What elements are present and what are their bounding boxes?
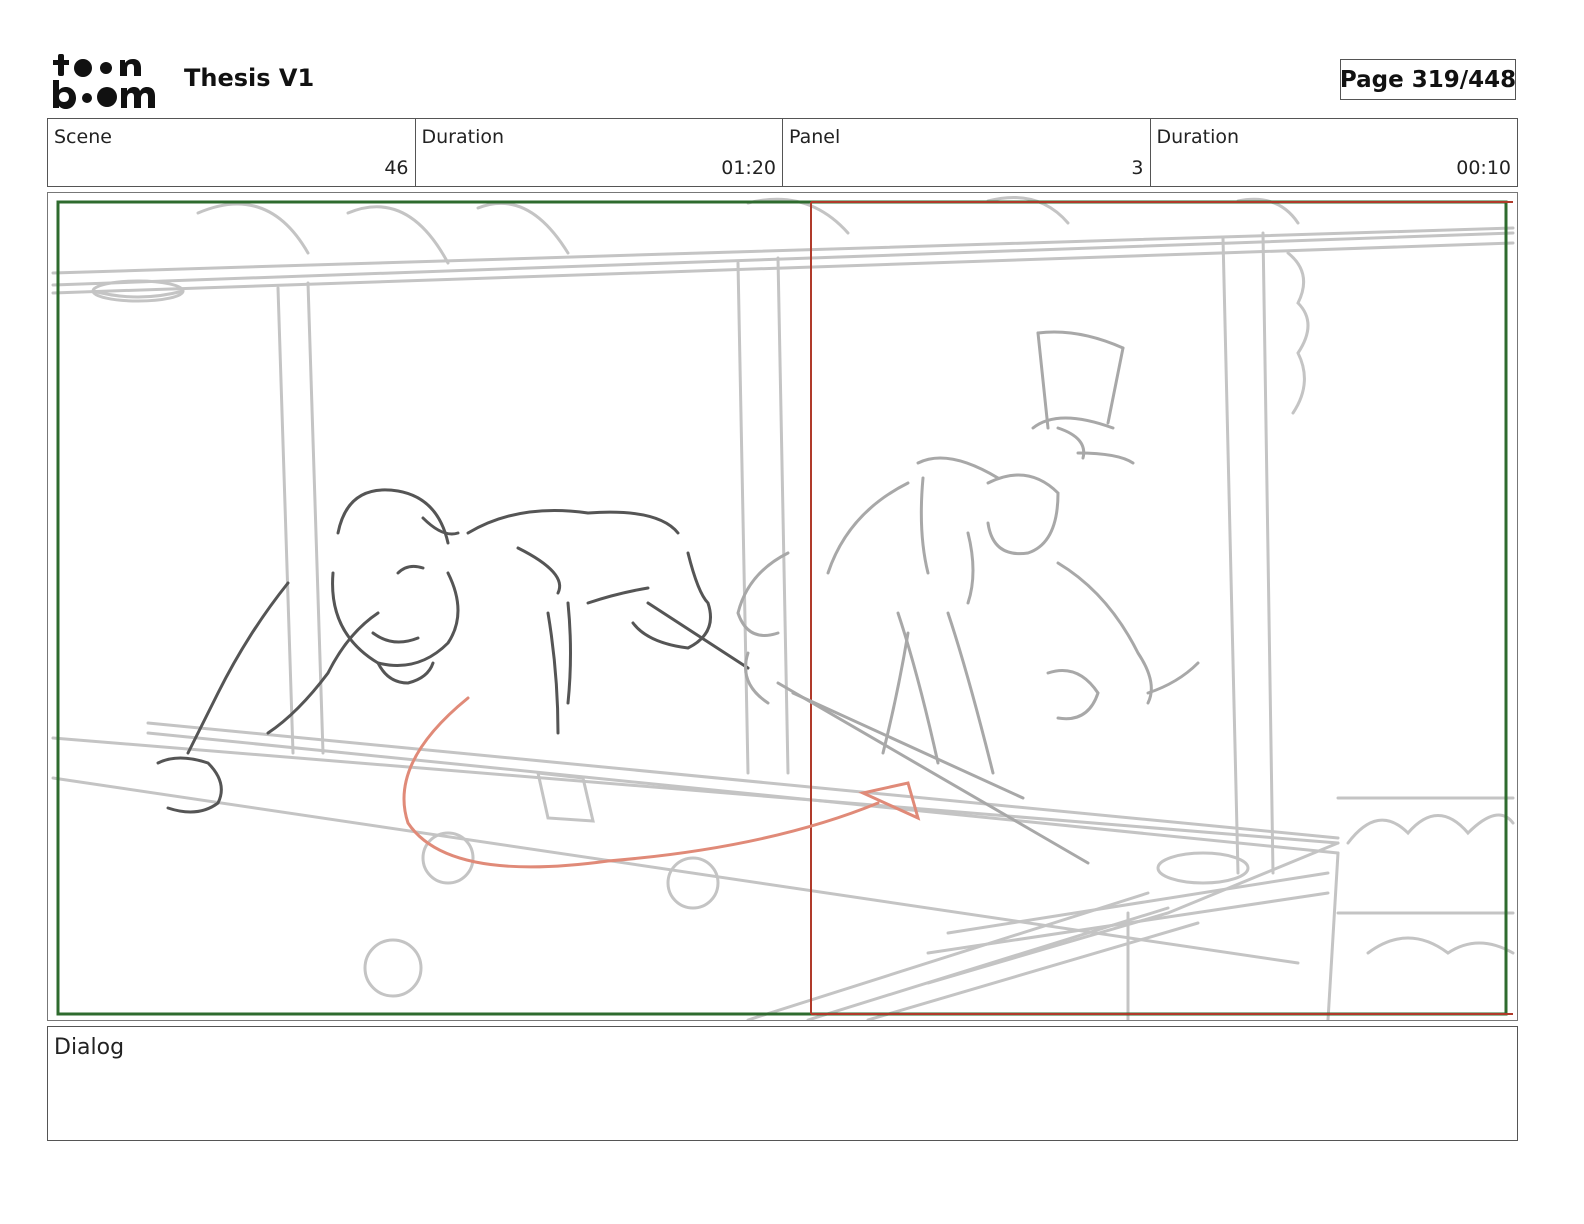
panel-info-row: Scene 46 Duration 01:20 Panel 3 Duration… <box>47 118 1518 187</box>
camera-frame <box>56 200 1508 1016</box>
scene-duration-cell: Duration 01:20 <box>416 119 783 186</box>
panel-cell: Panel 3 <box>783 119 1151 186</box>
dialog-label: Dialog <box>54 1035 125 1060</box>
panel-label: Panel <box>789 126 841 148</box>
toonboom-logo: toonboom <box>50 48 165 112</box>
tophat-man-character <box>736 330 1200 865</box>
panel-sketch <box>51 196 1515 1020</box>
background-sketch <box>51 196 1515 1020</box>
camera-move-line <box>810 201 1513 1015</box>
scene-cell: Scene 46 <box>48 119 416 186</box>
scene-label: Scene <box>54 126 112 148</box>
document-title: Thesis V1 <box>184 64 315 92</box>
page-indicator: Page 319/448 <box>1340 59 1516 100</box>
panel-duration-cell: Duration 00:10 <box>1151 119 1518 186</box>
scene-duration-label: Duration <box>421 126 505 148</box>
scene-value: 46 <box>384 157 409 179</box>
page-number: Page 319/448 <box>1339 66 1517 93</box>
panel-duration-label: Duration <box>1156 126 1240 148</box>
storyboard-panel <box>47 192 1518 1021</box>
scene-duration-value: 01:20 <box>721 157 776 179</box>
panel-duration-value: 00:10 <box>1456 157 1511 179</box>
panel-value: 3 <box>1131 157 1144 179</box>
dialog-box: Dialog <box>47 1026 1518 1141</box>
